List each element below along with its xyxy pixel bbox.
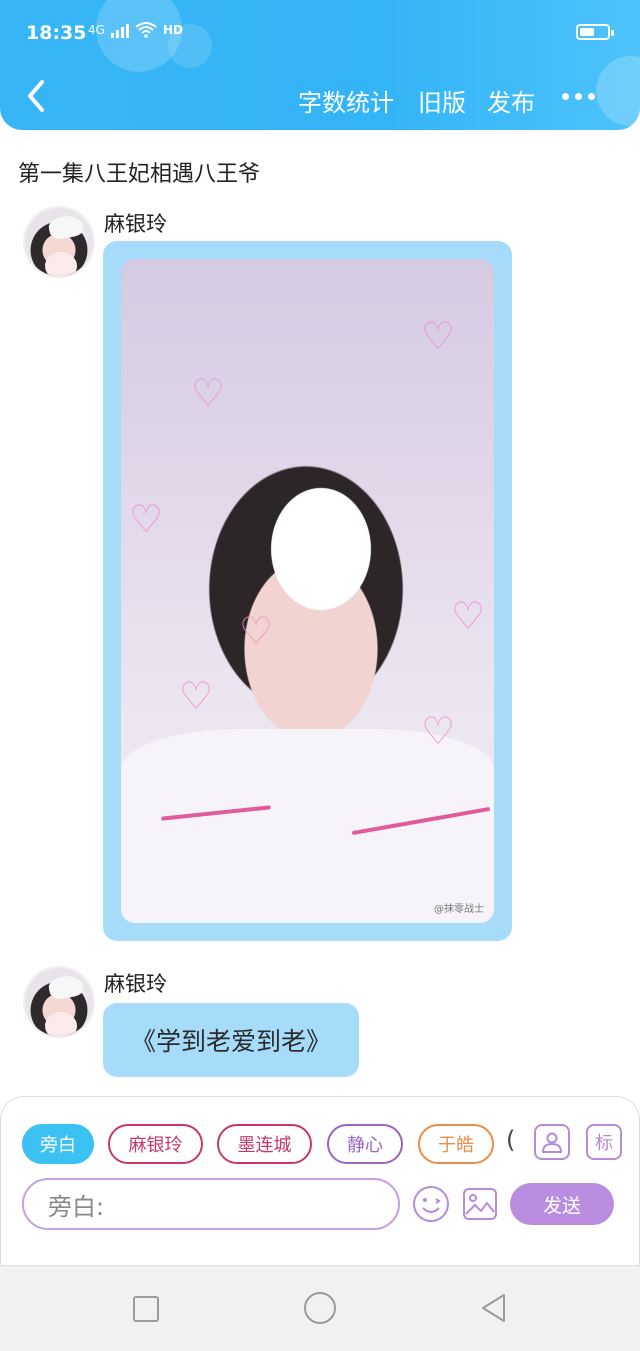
photo-image[interactable]: ♡ ♡ ♡ ♡ ♡ ♡ ♡ @抹零战士 xyxy=(121,259,494,923)
role-chip-narration[interactable]: 旁白 xyxy=(22,1124,94,1164)
image-picker-button[interactable] xyxy=(462,1186,498,1222)
person-icon xyxy=(541,1132,563,1153)
word-count-button[interactable]: 字数统计 xyxy=(298,83,394,118)
back-button[interactable] xyxy=(22,78,52,114)
home-icon[interactable] xyxy=(304,1292,336,1324)
role-chip-mo-liancheng[interactable]: 墨连城 xyxy=(217,1124,312,1164)
sender-name: 麻银玲 xyxy=(104,972,167,996)
avatar[interactable] xyxy=(23,966,95,1038)
decor-bubble xyxy=(596,56,640,126)
heart-sticker-icon: ♡ xyxy=(421,314,456,358)
publish-button[interactable]: 发布 xyxy=(487,83,535,118)
heart-sticker-icon: ♡ xyxy=(421,709,456,753)
send-button[interactable]: 发送 xyxy=(510,1183,614,1225)
mark-button[interactable]: 标 xyxy=(586,1124,622,1160)
character-manage-button[interactable] xyxy=(534,1124,570,1160)
avatar[interactable] xyxy=(23,206,95,278)
status-icons: 4G HD xyxy=(88,22,183,38)
more-options-icon[interactable] xyxy=(562,86,602,106)
app-header: 18:35 4G HD 字数统计 旧版 发布 xyxy=(0,0,640,130)
chevron-left-icon xyxy=(28,80,44,112)
old-version-button[interactable]: 旧版 xyxy=(418,83,466,118)
photo-watermark: @抹零战士 xyxy=(434,904,484,915)
text-message-bubble[interactable]: 《学到老爱到老》 xyxy=(103,1003,359,1077)
emoji-button[interactable] xyxy=(412,1185,450,1223)
role-chip-partial[interactable]: ( xyxy=(506,1126,515,1154)
heart-sticker-icon: ♡ xyxy=(451,594,486,638)
role-chip-jingxin[interactable]: 静心 xyxy=(327,1124,403,1164)
recent-apps-icon[interactable] xyxy=(133,1296,159,1322)
battery-icon xyxy=(576,24,614,40)
role-chip-ma-yinling[interactable]: 麻银玲 xyxy=(108,1124,203,1164)
heart-sticker-icon: ♡ xyxy=(129,497,164,541)
network-label: 4G xyxy=(88,23,105,37)
wifi-icon xyxy=(135,22,157,38)
heart-sticker-icon: ♡ xyxy=(239,609,274,653)
photo-shirt xyxy=(121,729,494,923)
image-message-bubble[interactable]: ♡ ♡ ♡ ♡ ♡ ♡ ♡ @抹零战士 xyxy=(103,241,512,941)
message-input[interactable]: 旁白: xyxy=(22,1178,400,1230)
input-placeholder: 旁白: xyxy=(48,1192,105,1221)
smiley-icon xyxy=(413,1186,449,1222)
heart-sticker-icon: ♡ xyxy=(179,674,214,718)
hd-label: HD xyxy=(162,23,183,37)
status-time: 18:35 xyxy=(26,22,87,44)
nav-back-icon[interactable] xyxy=(478,1292,510,1324)
sender-name: 麻银玲 xyxy=(104,212,167,236)
chapter-title: 第一集八王妃相遇八王爷 xyxy=(18,162,261,187)
signal-icon xyxy=(110,22,129,38)
heart-sticker-icon: ♡ xyxy=(191,371,226,415)
image-icon xyxy=(463,1188,497,1220)
role-chip-yuhao[interactable]: 于皓 xyxy=(418,1124,494,1164)
